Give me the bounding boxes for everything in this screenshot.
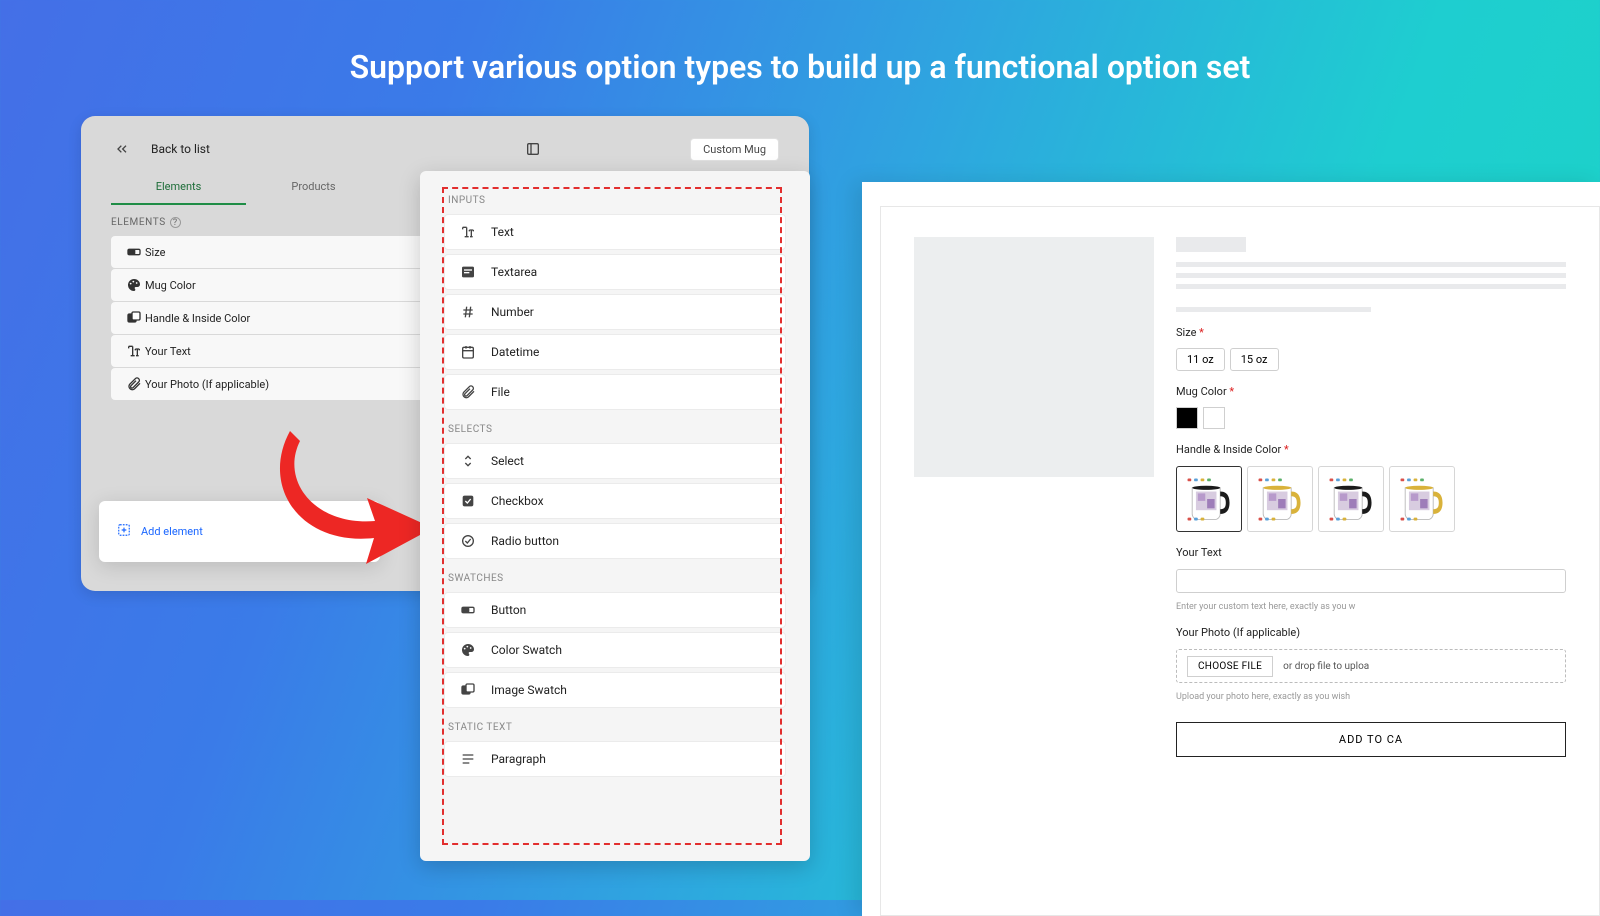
tab-elements[interactable]: Elements	[111, 170, 246, 205]
skeleton-line	[1176, 307, 1371, 312]
size-option[interactable]: 15 oz	[1230, 348, 1279, 371]
handle-color-option[interactable]	[1247, 466, 1313, 532]
button-swatch-icon	[123, 244, 145, 260]
handle-color-option[interactable]	[1176, 466, 1242, 532]
type-label: Paragraph	[491, 752, 546, 766]
type-group-header: STATIC TEXT	[448, 722, 786, 733]
number-icon	[459, 304, 477, 320]
skeleton-line	[1176, 273, 1566, 278]
type-label: Radio button	[491, 534, 559, 548]
drop-hint: or drop file to uploa	[1283, 661, 1369, 672]
checkbox-icon	[459, 493, 477, 509]
type-group-header: SELECTS	[448, 424, 786, 435]
add-to-cart-button[interactable]: ADD TO CA	[1176, 722, 1566, 757]
type-group-header: SWATCHES	[448, 573, 786, 584]
radio-icon	[459, 533, 477, 549]
option-label-size: Size *	[1176, 326, 1566, 339]
arrow-illustration	[270, 416, 440, 586]
file-drop-zone[interactable]: CHOOSE FILE or drop file to uploa	[1176, 649, 1566, 683]
textarea-icon	[459, 264, 477, 280]
type-label: File	[491, 385, 510, 399]
type-label: Checkbox	[491, 494, 544, 508]
add-element-label: Add element	[141, 525, 203, 538]
palette-icon	[123, 277, 145, 293]
your-text-input[interactable]	[1176, 569, 1566, 593]
type-label: Number	[491, 305, 534, 319]
type-option[interactable]: Paragraph	[444, 741, 786, 777]
type-label: Image Swatch	[491, 683, 567, 697]
type-option[interactable]: Color Swatch	[444, 632, 786, 668]
option-label-your-text: Your Text	[1176, 546, 1566, 559]
type-picker-panel: INPUTS Text Textarea Number Datetime File SELE…	[420, 171, 810, 861]
datetime-icon	[459, 344, 477, 360]
help-icon[interactable]: ?	[170, 217, 181, 228]
palette-icon	[459, 642, 477, 658]
your-text-hint: Enter your custom text here, exactly as …	[1176, 602, 1566, 612]
type-option[interactable]: Checkbox	[444, 483, 786, 519]
type-option[interactable]: Radio button	[444, 523, 786, 559]
size-option[interactable]: 11 oz	[1176, 348, 1225, 371]
type-group-header: INPUTS	[448, 195, 786, 206]
type-option[interactable]: Button	[444, 592, 786, 628]
type-label: Datetime	[491, 345, 539, 359]
choose-file-button[interactable]: CHOOSE FILE	[1187, 656, 1273, 677]
handle-color-option[interactable]	[1389, 466, 1455, 532]
swatch-white[interactable]	[1203, 407, 1225, 429]
skeleton-line	[1176, 262, 1566, 267]
button-swatch-icon	[459, 602, 477, 618]
paragraph-icon	[459, 751, 477, 767]
skeleton-title	[1176, 237, 1246, 252]
handle-color-option[interactable]	[1318, 466, 1384, 532]
back-icon[interactable]	[111, 138, 133, 160]
type-option[interactable]: File	[444, 374, 786, 410]
photo-hint: Upload your photo here, exactly as you w…	[1176, 692, 1566, 702]
select-icon	[459, 453, 477, 469]
type-label: Text	[491, 225, 514, 239]
text-icon	[459, 224, 477, 240]
tab-products[interactable]: Products	[246, 170, 381, 205]
attachment-icon	[459, 384, 477, 400]
type-option[interactable]: Datetime	[444, 334, 786, 370]
image-swatch-icon	[123, 310, 145, 326]
option-label-your-photo: Your Photo (If applicable)	[1176, 626, 1566, 639]
storefront-preview: Size * 11 oz15 oz Mug Color * Handle & I…	[880, 206, 1600, 916]
add-icon	[117, 523, 131, 540]
expand-icon[interactable]	[522, 138, 544, 160]
type-label: Textarea	[491, 265, 537, 279]
option-label-handle-color: Handle & Inside Color *	[1176, 443, 1566, 456]
type-option[interactable]: Number	[444, 294, 786, 330]
type-option[interactable]: Image Swatch	[444, 672, 786, 708]
image-swatch-icon	[459, 682, 477, 698]
type-label: Color Swatch	[491, 643, 562, 657]
swatch-black[interactable]	[1176, 407, 1198, 429]
text-icon	[123, 343, 145, 359]
back-to-list-link[interactable]: Back to list	[151, 142, 210, 156]
product-chip[interactable]: Custom Mug	[690, 138, 779, 161]
type-label: Select	[491, 454, 524, 468]
type-label: Button	[491, 603, 526, 617]
option-label-mug-color: Mug Color *	[1176, 385, 1566, 398]
page-headline: Support various option types to build up…	[0, 0, 1600, 116]
product-image-placeholder	[914, 237, 1154, 477]
type-option[interactable]: Select	[444, 443, 786, 479]
type-option[interactable]: Text	[444, 214, 786, 250]
type-option[interactable]: Textarea	[444, 254, 786, 290]
attachment-icon	[123, 376, 145, 392]
skeleton-line	[1176, 284, 1566, 289]
